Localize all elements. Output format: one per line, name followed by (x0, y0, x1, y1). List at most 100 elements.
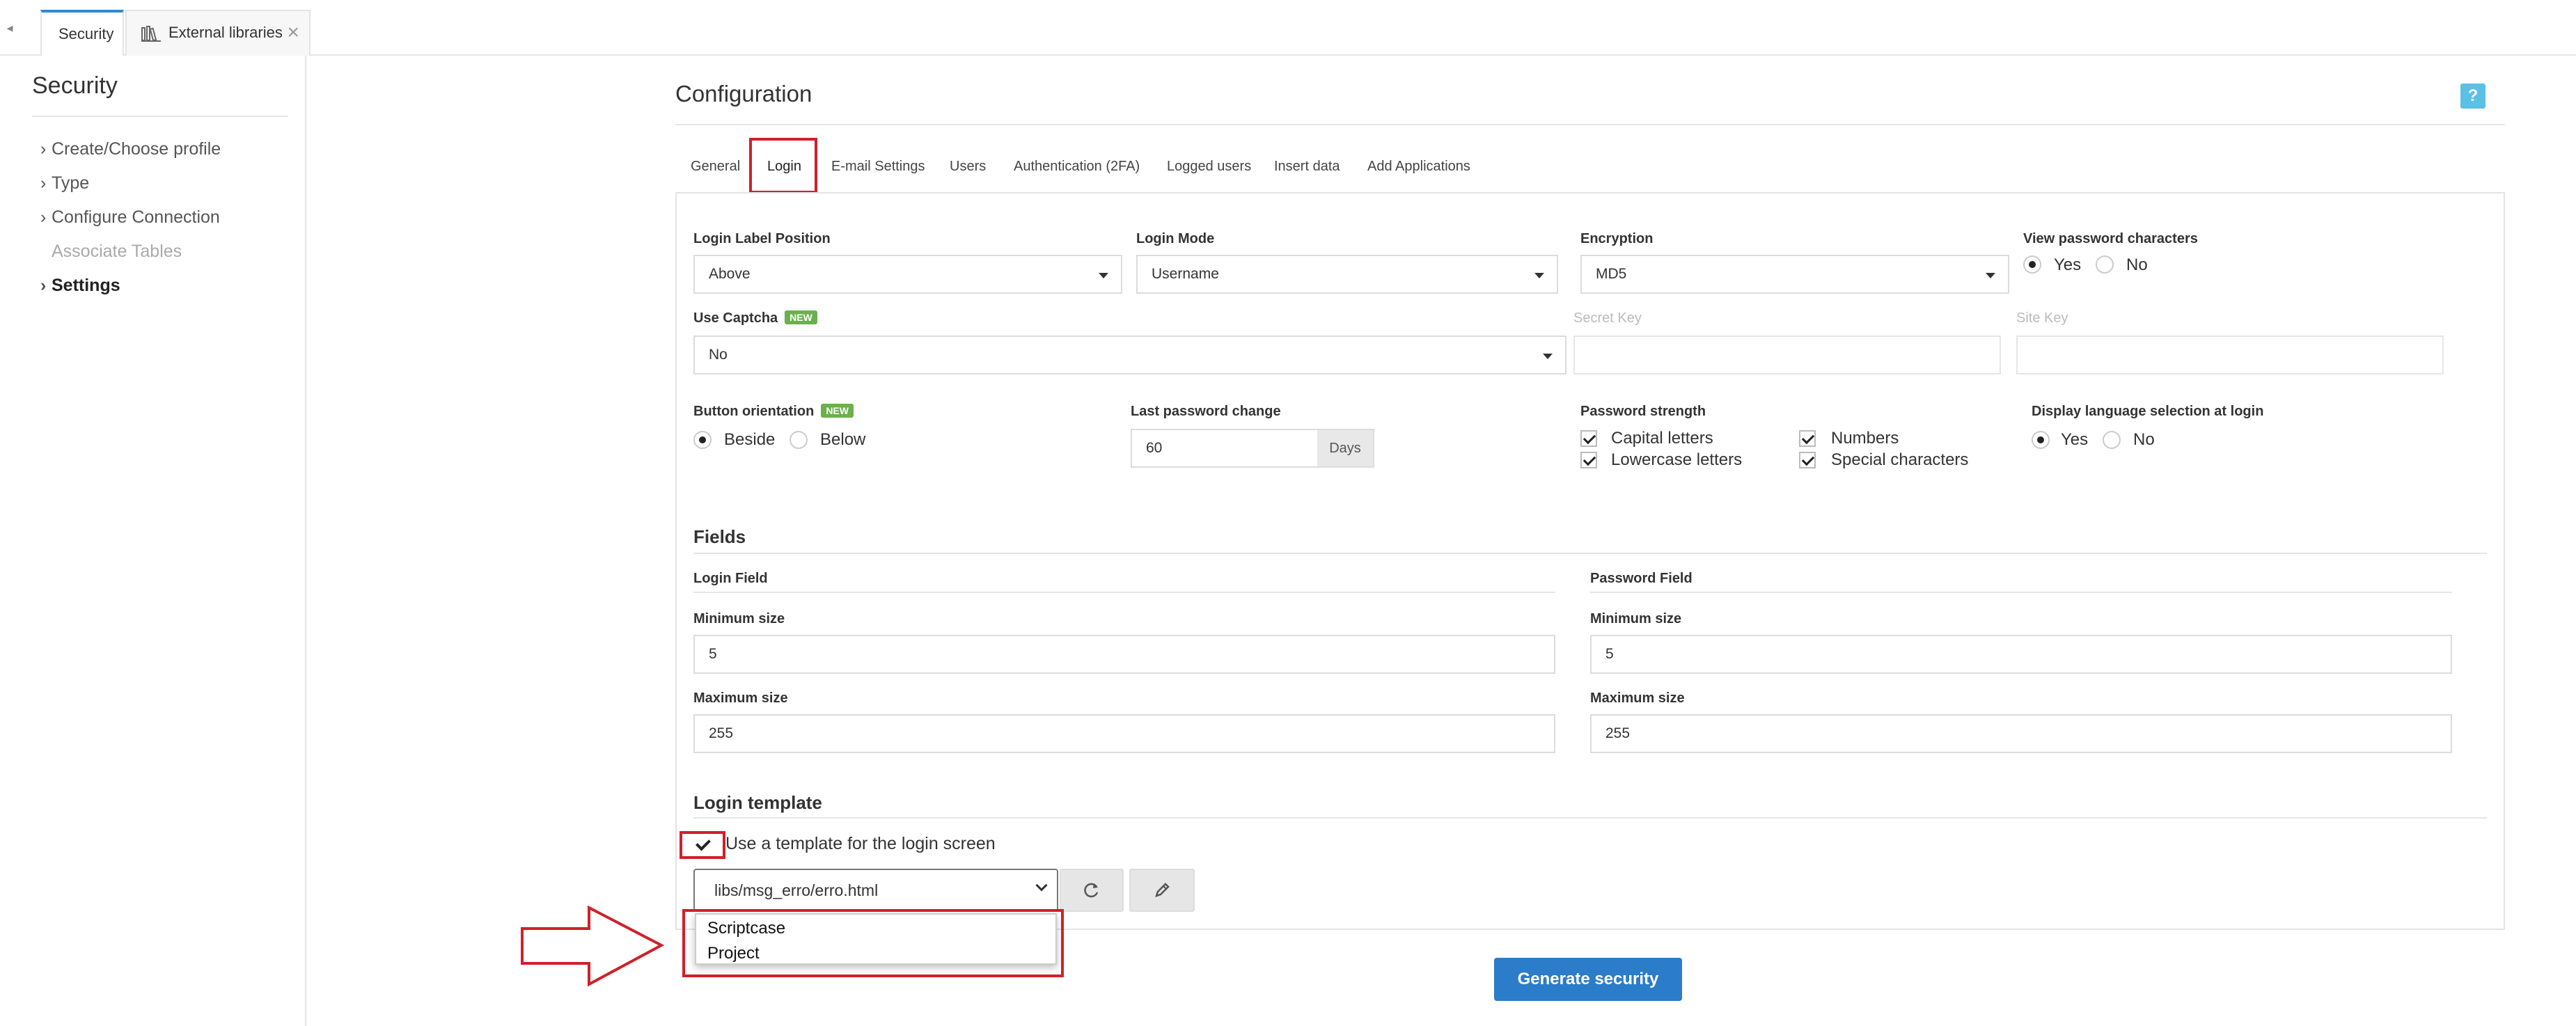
fields-section-title: Fields (693, 526, 746, 547)
password-max-size-input[interactable]: 255 (1590, 714, 2452, 753)
chevron-right-icon: › (40, 173, 47, 193)
encryption-select[interactable]: MD5 (1580, 255, 2009, 294)
tab-general[interactable]: General (691, 159, 740, 175)
secret-key-input (1573, 336, 2001, 374)
sidebar-item-label: Settings (52, 276, 120, 295)
sidebar-item-settings[interactable]: › Settings (40, 276, 120, 296)
button-orientation-beside-radio[interactable] (693, 431, 712, 449)
password-field-divider (1590, 592, 2452, 593)
sidebar-item-type[interactable]: › Type (40, 173, 89, 194)
site-key-input (2016, 336, 2444, 374)
language-selection-yes-label: Yes (2061, 430, 2089, 449)
sidebar-item-label: Create/Choose profile (52, 139, 221, 159)
template-select[interactable]: libs/msg_erro/erro.html (693, 869, 1058, 912)
tab-security[interactable]: Security (40, 10, 124, 56)
view-password-yes-radio[interactable] (2023, 255, 2041, 274)
chevron-right-icon: › (40, 276, 47, 295)
login-max-size-label: Maximum size (693, 690, 788, 706)
login-field-title: Login Field (693, 571, 768, 586)
login-min-size-input[interactable]: 5 (693, 635, 1555, 674)
numbers-label: Numbers (1831, 429, 1899, 448)
dropdown-highlight (682, 909, 1064, 977)
caret-down-icon (1099, 273, 1108, 278)
tab-email-settings[interactable]: E-mail Settings (831, 159, 925, 175)
capital-letters-label: Capital letters (1611, 429, 1713, 448)
chevron-right-icon: › (40, 207, 47, 227)
last-password-change-input[interactable]: 60 (1131, 429, 1319, 468)
tab-logged-users[interactable]: Logged users (1167, 159, 1251, 175)
button-orientation-beside-label: Beside (724, 430, 776, 449)
password-field-title: Password Field (1590, 571, 1693, 586)
refresh-button[interactable] (1060, 869, 1124, 912)
chevron-down-icon (1035, 879, 1048, 892)
library-icon (141, 26, 161, 42)
login-tab-highlight (749, 138, 817, 194)
language-selection-no-radio[interactable] (2103, 431, 2121, 449)
days-addon: Days (1317, 429, 1374, 468)
button-orientation-below-radio[interactable] (790, 431, 808, 449)
login-label-position-select[interactable]: Above (693, 255, 1122, 294)
special-characters-label: Special characters (1831, 450, 1969, 469)
view-password-no-radio[interactable] (2096, 255, 2114, 274)
view-password-label: View password characters (2023, 231, 2198, 246)
sidebar-item-create-profile[interactable]: › Create/Choose profile (40, 139, 221, 159)
generate-security-button[interactable]: Generate security (1494, 958, 1682, 1001)
site-key-label: Site Key (2016, 310, 2068, 326)
language-selection-yes-radio[interactable] (2032, 431, 2050, 449)
tab-add-applications[interactable]: Add Applications (1367, 159, 1470, 175)
password-strength-label: Password strength (1580, 404, 1706, 419)
select-value: Username (1152, 266, 1219, 282)
new-badge: NEW (785, 310, 817, 324)
sidebar-title: Security (32, 72, 118, 99)
view-password-no-label: No (2126, 255, 2148, 274)
page-title: Configuration (675, 81, 812, 106)
sidebar-item-configure-connection[interactable]: › Configure Connection (40, 207, 220, 228)
numbers-checkbox[interactable] (1799, 430, 1816, 447)
login-label-position-label: Login Label Position (693, 231, 831, 246)
login-max-size-input[interactable]: 255 (693, 714, 1555, 753)
capital-letters-checkbox[interactable] (1580, 430, 1597, 447)
password-min-size-input[interactable]: 5 (1590, 635, 2452, 674)
button-orientation-label: Button orientation NEW (693, 404, 854, 420)
lowercase-letters-label: Lowercase letters (1611, 450, 1743, 469)
caret-down-icon (1543, 354, 1553, 359)
top-tab-bar: ◂ Security External libraries × (0, 0, 2576, 56)
refresh-icon (1084, 883, 1099, 898)
select-value: No (709, 347, 728, 363)
tab-users[interactable]: Users (950, 159, 986, 175)
pencil-icon (1155, 883, 1170, 897)
select-value: MD5 (1596, 266, 1627, 282)
login-min-size-label: Minimum size (693, 611, 785, 626)
use-captcha-text: Use Captcha (693, 310, 778, 326)
edit-button[interactable] (1129, 869, 1195, 912)
language-selection-label: Display language selection at login (2032, 404, 2264, 419)
caret-down-icon (1534, 273, 1544, 278)
login-settings-panel (675, 192, 2505, 930)
close-icon[interactable]: × (287, 11, 299, 54)
tab-authentication-2fa[interactable]: Authentication (2FA) (1014, 159, 1140, 175)
sidebar-item-label: Configure Connection (52, 207, 220, 227)
view-password-yes-label: Yes (2054, 255, 2082, 274)
select-value: libs/msg_erro/erro.html (714, 881, 879, 899)
chevron-right-icon: › (40, 139, 47, 159)
use-captcha-label: Use Captcha NEW (693, 310, 817, 326)
login-mode-select[interactable]: Username (1136, 255, 1558, 294)
login-field-divider (693, 592, 1555, 593)
scroll-left-icon[interactable]: ◂ (3, 18, 17, 38)
sidebar-item-label: Associate Tables (52, 242, 182, 261)
tab-insert-data[interactable]: Insert data (1274, 159, 1340, 175)
caret-down-icon (1986, 273, 1995, 278)
password-max-size-label: Maximum size (1590, 690, 1685, 706)
language-selection-no-label: No (2133, 430, 2155, 449)
password-min-size-label: Minimum size (1590, 611, 1682, 626)
sidebar-divider (32, 116, 288, 117)
special-characters-checkbox[interactable] (1799, 452, 1816, 468)
help-button[interactable]: ? (2460, 84, 2485, 109)
last-password-change-label: Last password change (1131, 404, 1281, 419)
use-captcha-select[interactable]: No (693, 336, 1566, 374)
lowercase-letters-checkbox[interactable] (1580, 452, 1597, 468)
login-template-divider (693, 817, 2487, 819)
button-orientation-below-label: Below (820, 430, 866, 449)
tab-external-libraries[interactable]: External libraries × (125, 10, 311, 56)
new-badge: NEW (821, 404, 854, 418)
